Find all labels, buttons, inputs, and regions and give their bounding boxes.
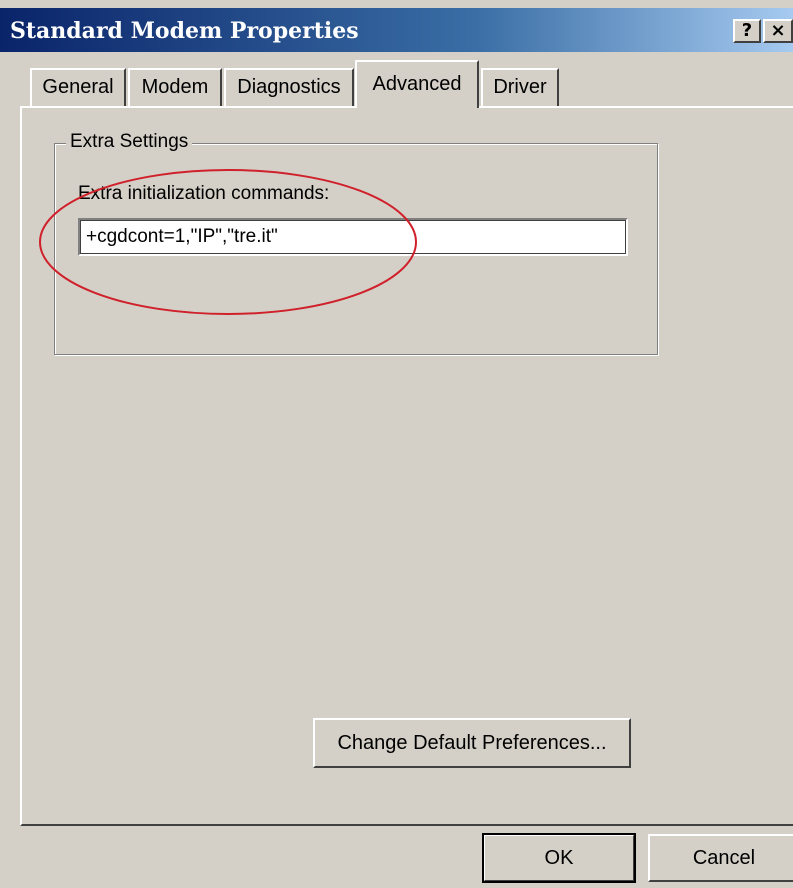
tab-modem[interactable]: Modem	[128, 68, 222, 106]
change-default-preferences-button[interactable]: Change Default Preferences...	[313, 718, 631, 768]
cancel-button[interactable]: Cancel	[648, 834, 793, 882]
window-title: Standard Modem Properties	[10, 18, 359, 44]
init-commands-label: Extra initialization commands:	[78, 183, 330, 204]
init-commands-input[interactable]	[78, 218, 628, 256]
tab-advanced[interactable]: Advanced	[355, 60, 479, 108]
help-icon[interactable]: ?	[733, 19, 761, 43]
properties-dialog: Standard Modem Properties ? × General Mo…	[0, 0, 793, 888]
tab-general[interactable]: General	[30, 68, 126, 106]
extra-settings-legend: Extra Settings	[66, 131, 193, 153]
title-bar[interactable]: Standard Modem Properties ? ×	[0, 8, 793, 52]
tab-diagnostics[interactable]: Diagnostics	[224, 68, 354, 106]
close-icon[interactable]: ×	[763, 19, 793, 43]
ok-button[interactable]: OK	[482, 833, 636, 883]
tab-driver[interactable]: Driver	[481, 68, 559, 106]
